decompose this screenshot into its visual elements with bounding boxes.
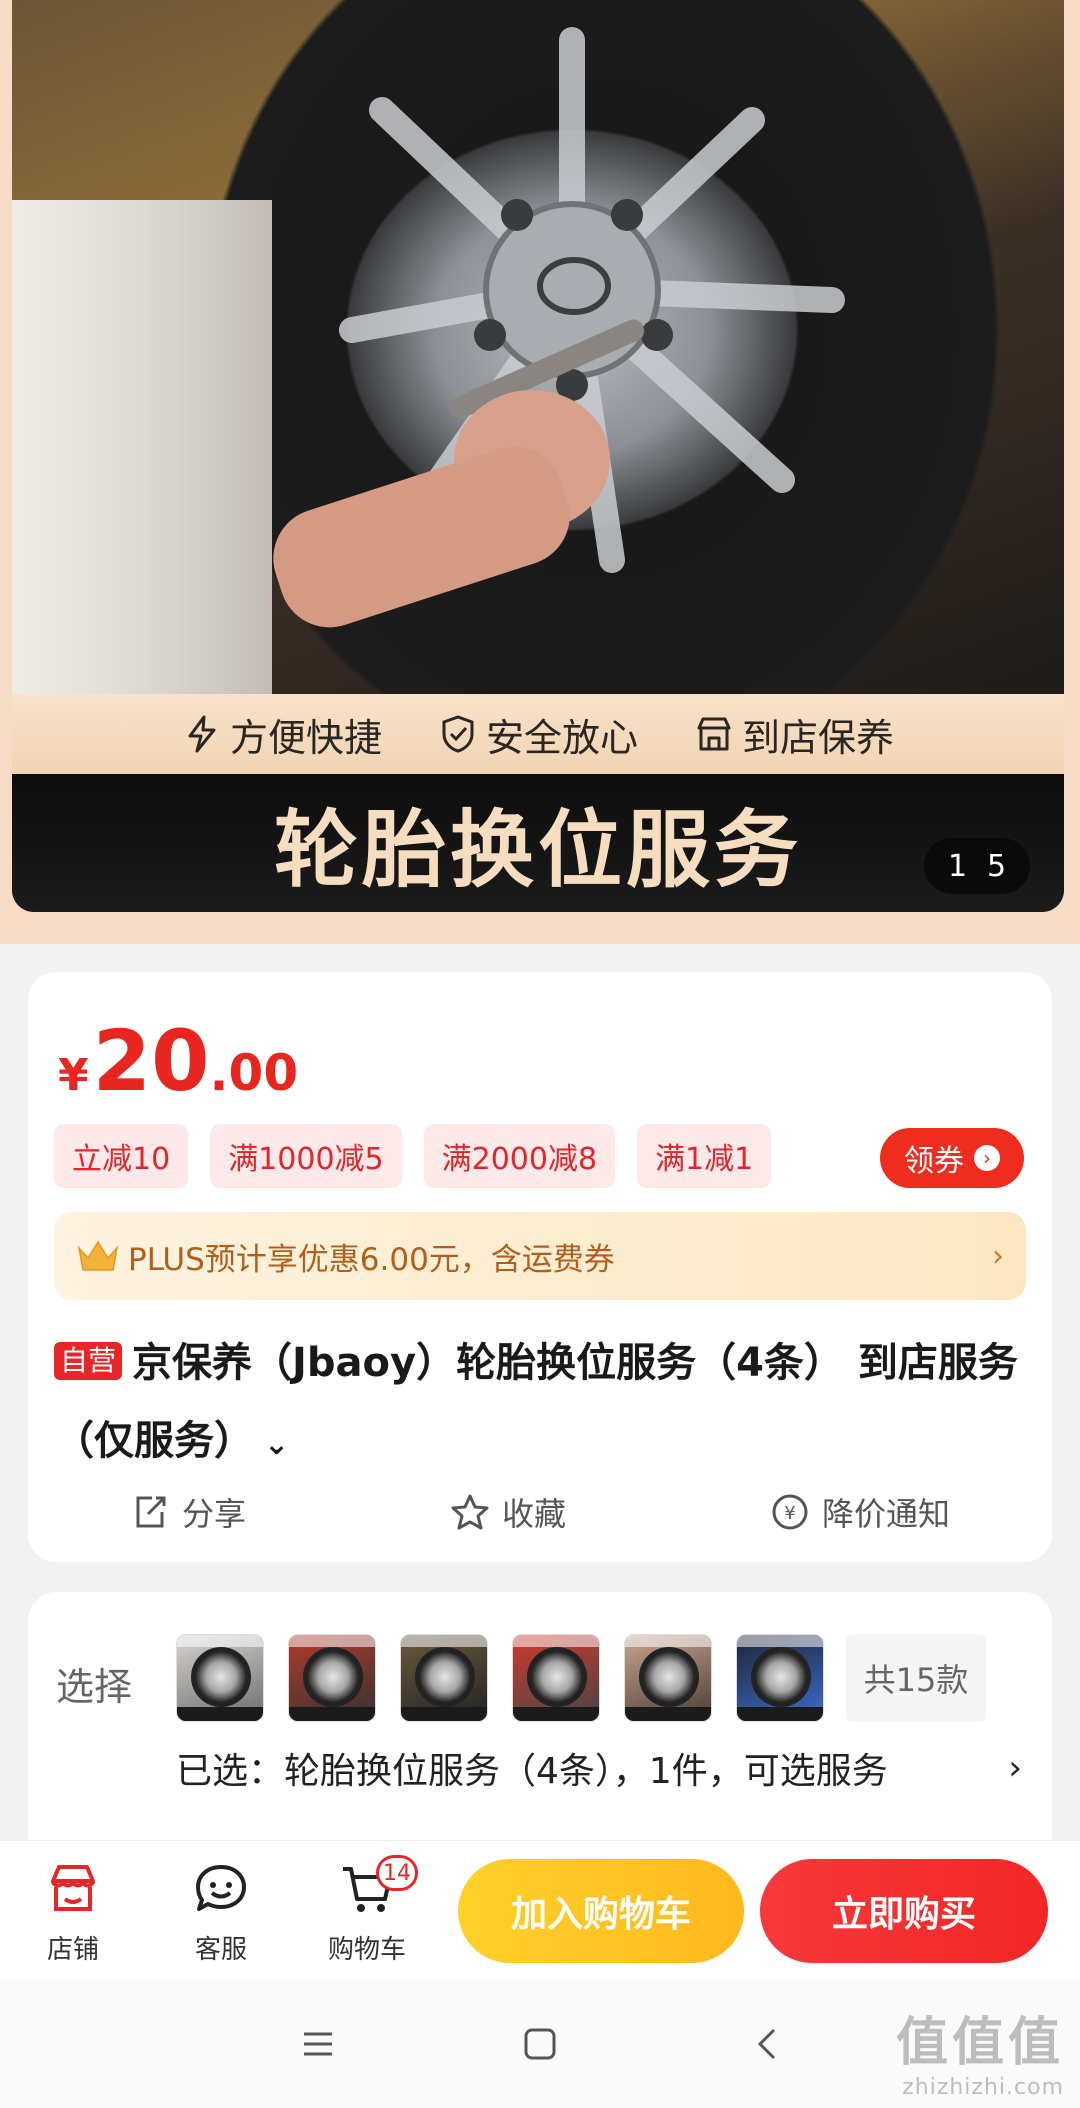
product-actions: 分享 收藏 ¥ 降价通知 (28, 1472, 1052, 1552)
carousel-pager: 1 5 (924, 838, 1030, 894)
price-card: ¥ 20 .00 立减10 满1000减5 满2000减8 满1减1 领券 › … (28, 972, 1052, 1562)
feature-instore: 到店保养 (694, 707, 894, 762)
plus-discount-bar[interactable]: PLUS预计享优惠6.00元，含运费券 › (54, 1212, 1026, 1300)
selected-variant-text: 已选：轮胎换位服务（4条），1件，可选服务 (176, 1751, 888, 1792)
price: ¥ 20 .00 (58, 1012, 298, 1110)
add-to-cart-button[interactable]: 加入购物车 (458, 1859, 744, 1963)
cart-button[interactable]: 购物车 14 (312, 1855, 422, 1966)
feature-label: 到店保养 (742, 715, 895, 760)
chevron-right-icon[interactable]: › (1008, 1748, 1022, 1788)
star-icon (451, 1494, 489, 1530)
share-label: 分享 (181, 1495, 246, 1533)
promo-tag[interactable]: 满2000减8 (423, 1124, 616, 1188)
expand-chevron-icon[interactable]: ⌄ (264, 1427, 289, 1462)
variant-thumbnail[interactable] (512, 1634, 600, 1722)
variant-thumbnail[interactable] (288, 1634, 376, 1722)
variant-thumbnail[interactable] (176, 1634, 264, 1722)
home-square-icon[interactable] (516, 2020, 564, 2068)
feature-strip: 方便快捷 安全放心 到店保养 (12, 694, 1064, 774)
variant-thumbnail[interactable] (400, 1634, 488, 1722)
crown-icon (77, 1240, 119, 1271)
favorite-label: 收藏 (501, 1495, 566, 1533)
coupon-label: 领券 (904, 1144, 964, 1179)
pager-total: 5 (986, 848, 1007, 884)
promo-tag[interactable]: 满1减1 (637, 1124, 772, 1188)
watermark: 值值值 zhizhizhi.com (896, 2000, 1064, 2100)
self-operated-badge: 自营 (54, 1342, 123, 1380)
product-title-block: 自营 京保养（Jbaoy）轮胎换位服务（4条） 到店服务（仅服务） ⌄ (54, 1324, 1026, 1484)
share-icon (136, 1496, 166, 1528)
variant-count[interactable]: 共15款 (846, 1634, 986, 1722)
back-icon[interactable] (744, 2020, 792, 2068)
favorite-button[interactable]: 收藏 (450, 1489, 566, 1535)
system-navigation-bar: 值值值 zhizhizhi.com (0, 1980, 1080, 2108)
variant-select-card[interactable]: 选择 共15款 已选：轮胎换位服务（4条），1件，可选服务 › (28, 1592, 1052, 1842)
banner-title-band: 轮胎换位服务 (12, 774, 1064, 912)
carousel-slide[interactable]: 方便快捷 安全放心 到店保养 轮胎换位服务 1 5 (12, 0, 1064, 912)
cart-label: 购物车 (327, 1935, 406, 1965)
share-button[interactable]: 分享 (130, 1489, 246, 1535)
store-button[interactable]: 店铺 (18, 1859, 128, 1966)
bottom-action-bar: 店铺 客服 购物车 14 加入购物车 立即购买 (0, 1840, 1080, 1980)
banner-title: 轮胎换位服务 (273, 800, 802, 899)
product-title: 京保养（Jbaoy）轮胎换位服务（4条） 到店服务（仅服务） (54, 1340, 1018, 1464)
feature-fast: 方便快捷 (182, 707, 382, 762)
store-icon (697, 717, 731, 751)
pager-current: 1 (947, 848, 968, 884)
price-integer: 20 (92, 1012, 210, 1110)
service-label: 客服 (194, 1935, 247, 1965)
watermark-logo: 值值值 (895, 2013, 1064, 2073)
variant-thumbnail[interactable] (624, 1634, 712, 1722)
price-currency: ¥ (58, 1050, 89, 1101)
shield-check-icon (442, 715, 474, 753)
menu-icon[interactable] (294, 2020, 342, 2068)
product-photo (12, 0, 1064, 694)
variant-thumbnail[interactable] (736, 1634, 824, 1722)
customer-service-button[interactable]: 客服 (166, 1859, 276, 1966)
chevron-right-icon: › (992, 1238, 1004, 1274)
chat-face-icon (196, 1865, 246, 1911)
price-alert-button[interactable]: ¥ 降价通知 (770, 1489, 950, 1535)
buy-now-button[interactable]: 立即购买 (760, 1859, 1048, 1963)
store-icon (51, 1865, 95, 1911)
promotion-tags: 立减10 满1000减5 满2000减8 满1减1 (54, 1124, 772, 1188)
price-alert-label: 降价通知 (821, 1495, 950, 1533)
svg-text:¥: ¥ (784, 1503, 795, 1524)
price-decimal: .00 (209, 1044, 299, 1102)
cart-badge: 14 (376, 1855, 418, 1891)
watermark-url: zhizhizhi.com (902, 2075, 1064, 2100)
wheel-illustration (12, 27, 845, 694)
feature-label: 方便快捷 (229, 715, 382, 760)
variant-thumbnails (176, 1634, 824, 1722)
promo-tag[interactable]: 立减10 (54, 1124, 189, 1188)
price-drop-icon: ¥ (772, 1494, 808, 1530)
product-image-carousel[interactable]: 方便快捷 安全放心 到店保养 轮胎换位服务 1 5 (0, 0, 1080, 944)
feature-label: 安全放心 (485, 715, 638, 760)
chevron-right-circle-icon: › (974, 1145, 1000, 1171)
get-coupon-button[interactable]: 领券 › (880, 1128, 1024, 1188)
promo-tag[interactable]: 满1000减5 (210, 1124, 402, 1188)
store-label: 店铺 (46, 1935, 99, 1965)
lightning-icon (188, 715, 216, 753)
feature-safe: 安全放心 (438, 707, 638, 762)
plus-text: PLUS预计享优惠6.00元，含运费券 (128, 1241, 615, 1278)
select-label: 选择 (56, 1665, 133, 1709)
